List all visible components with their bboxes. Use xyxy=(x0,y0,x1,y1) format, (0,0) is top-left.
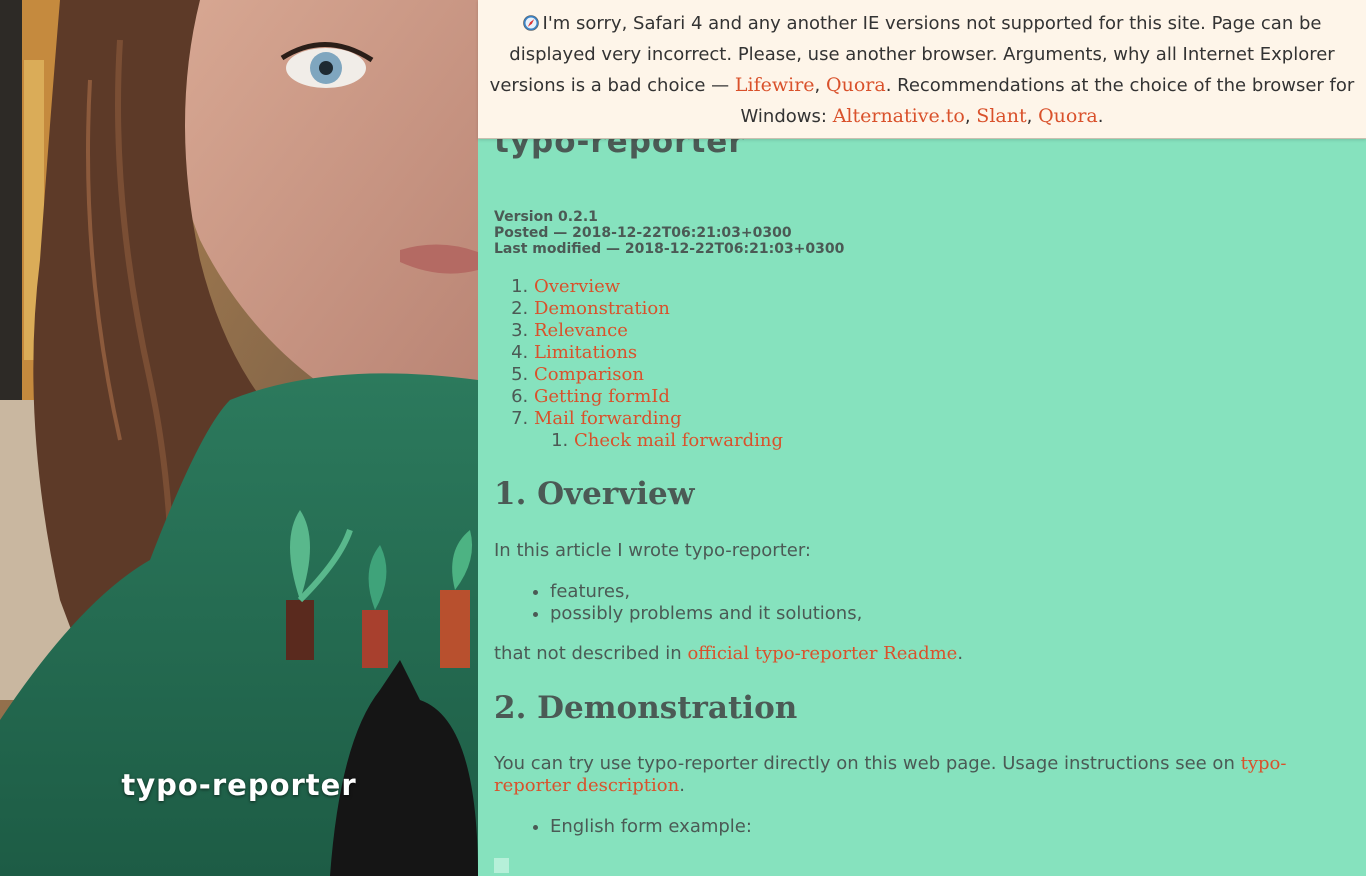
toc-item: Relevance xyxy=(534,320,783,342)
warning-sep: , xyxy=(1026,106,1033,127)
demonstration-text-body: You can try use typo-reporter directly o… xyxy=(494,753,1235,774)
toc-sublist: Check mail forwarding xyxy=(534,430,783,452)
overview-list: features, possibly problems and it solut… xyxy=(494,581,862,625)
toc-link-mail-forwarding[interactable]: Mail forwarding xyxy=(534,408,682,429)
section-heading-overview: 1. Overview xyxy=(494,476,695,512)
readme-link[interactable]: official typo-reporter Readme xyxy=(687,643,957,664)
browser-warning-banner: I'm sorry, Safari 4 and any another IE v… xyxy=(478,0,1366,139)
quora-link-2[interactable]: Quora xyxy=(1038,105,1098,127)
toc-link-limitations[interactable]: Limitations xyxy=(534,342,637,363)
toc-link-overview[interactable]: Overview xyxy=(534,276,620,297)
typo-reporter-widget[interactable] xyxy=(494,858,509,873)
overview-outro-text: that not described in xyxy=(494,643,682,664)
toc-subitem: Check mail forwarding xyxy=(574,430,783,452)
toc-item: Overview xyxy=(534,276,783,298)
lifewire-link[interactable]: Lifewire xyxy=(735,74,815,96)
demonstration-text: You can try use typo-reporter directly o… xyxy=(494,753,1336,797)
toc-item: Mail forwarding Check mail forwarding xyxy=(534,408,783,452)
article-meta: Version 0.2.1 Posted — 2018-12-22T06:21:… xyxy=(494,209,844,257)
toc-link-demonstration[interactable]: Demonstration xyxy=(534,298,670,319)
portrait-image xyxy=(0,0,478,876)
safari-icon xyxy=(522,10,539,31)
overview-intro: In this article I wrote typo-reporter: xyxy=(494,540,811,561)
toc-link-relevance[interactable]: Relevance xyxy=(534,320,628,341)
toc-item: Demonstration xyxy=(534,298,783,320)
quora-link[interactable]: Quora xyxy=(826,74,886,96)
toc-link-comparison[interactable]: Comparison xyxy=(534,364,644,385)
warning-sep: , xyxy=(964,106,971,127)
list-item: possibly problems and it solutions, xyxy=(550,603,862,625)
demonstration-text-end: . xyxy=(679,775,685,796)
section-heading-demonstration: 2. Demonstration xyxy=(494,690,798,726)
table-of-contents: Overview Demonstration Relevance Limitat… xyxy=(494,276,783,452)
list-item: features, xyxy=(550,581,862,603)
warning-end: . xyxy=(1097,106,1104,127)
toc-item: Comparison xyxy=(534,364,783,386)
demonstration-list: English form example: xyxy=(494,816,752,838)
modified-date: Last modified — 2018-12-22T06:21:03+0300 xyxy=(494,241,845,257)
version-label: Version 0.2.1 xyxy=(494,209,598,225)
alternativeto-link[interactable]: Alternative.to xyxy=(833,105,965,127)
slant-link[interactable]: Slant xyxy=(976,105,1026,127)
toc-item: Limitations xyxy=(534,342,783,364)
toc-item: Getting formId xyxy=(534,386,783,408)
overview-outro-end: . xyxy=(957,643,964,664)
overview-outro: that not described in official typo-repo… xyxy=(494,643,1336,664)
header-photo: typo-reporter xyxy=(0,0,478,876)
list-item: English form example: xyxy=(550,816,752,838)
posted-date: Posted — 2018-12-22T06:21:03+0300 xyxy=(494,225,792,241)
site-title[interactable]: typo-reporter xyxy=(0,768,478,802)
toc-link-check-mail-forwarding[interactable]: Check mail forwarding xyxy=(574,430,783,451)
toc-link-getting-formid[interactable]: Getting formId xyxy=(534,386,670,407)
warning-sep: , xyxy=(814,75,821,96)
